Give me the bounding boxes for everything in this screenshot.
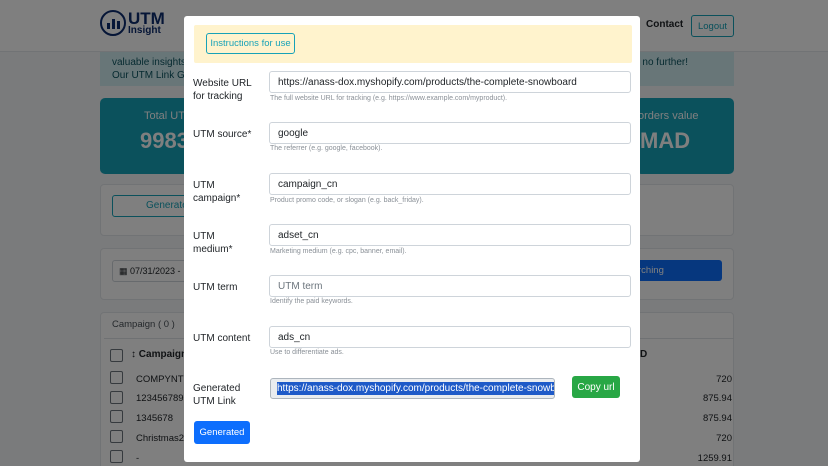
utm-term-help: Identify the paid keywords. [270,298,353,305]
generated-button[interactable]: Generated [194,421,250,444]
utm-source-help: The referrer (e.g. google, facebook). [270,145,383,152]
utm-content-input[interactable] [269,326,631,348]
utm-source-label: UTM source* [193,129,252,140]
utm-content-help: Use to differentiate ads. [270,349,344,356]
generated-link-label: Generated UTM Link [193,383,241,407]
utm-campaign-help: Product promo code, or slogan (e.g. back… [270,197,424,204]
website-url-label: Website URL for tracking [193,78,252,102]
generated-link-value: https://anass-dox.myshopify.com/products… [277,382,554,395]
utm-medium-help: Marketing medium (e.g. cpc, banner, emai… [270,248,407,255]
utm-medium-input[interactable] [269,224,631,246]
utm-source-input[interactable] [269,122,631,144]
instructions-button[interactable]: Instructions for use [206,33,295,54]
generated-link-field[interactable]: https://anass-dox.myshopify.com/products… [270,378,555,399]
utm-campaign-label: UTM campaign* [193,180,241,204]
utm-medium-label: UTM medium* [193,231,233,255]
utm-term-input[interactable] [269,275,631,297]
copy-url-button[interactable]: Copy url [572,376,620,398]
website-url-input[interactable] [269,71,631,93]
utm-term-label: UTM term [193,282,238,293]
website-url-help: The full website URL for tracking (e.g. … [270,95,508,102]
utm-content-label: UTM content [193,333,251,344]
utm-campaign-input[interactable] [269,173,631,195]
